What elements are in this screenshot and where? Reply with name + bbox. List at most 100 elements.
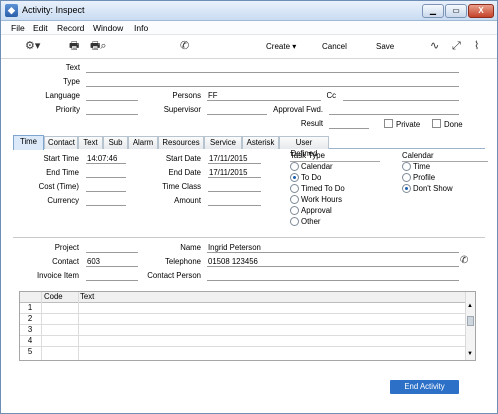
title-bar: ◆ Activity: Inspect ▁ ▭ X [1,1,497,21]
row-number: 5 [27,347,33,356]
type-label: Type [63,77,80,86]
save-button[interactable]: Save [376,41,394,53]
contact-field[interactable]: 603 [86,257,138,267]
scroll-thumb[interactable] [467,316,474,326]
telephone-field[interactable]: 01508 123456 [207,257,459,267]
private-checkbox[interactable] [384,119,393,128]
result-field[interactable] [329,119,369,129]
tab-time[interactable]: Time [13,135,44,150]
invoice-item-field[interactable] [86,271,138,281]
supervisor-field[interactable] [207,105,267,115]
contact-label: Contact [52,257,79,266]
row-number: 3 [27,325,33,334]
table-row[interactable]: 3 [20,325,465,336]
end-time-field[interactable] [86,168,126,178]
tab-resources[interactable]: Resources [158,136,204,149]
end-date-label: End Date [168,168,201,177]
currency-field[interactable] [86,196,126,206]
name-field[interactable]: Ingrid Peterson [207,243,459,253]
phone-icon[interactable]: ✆ [180,40,189,52]
task-type-timed-todo-radio[interactable] [290,184,299,193]
print-preview-icon[interactable]: 🖶⌕ [90,40,107,52]
table-row[interactable]: 4 [20,336,465,347]
currency-label: Currency [47,196,79,205]
expand-icon[interactable]: ⤢ [452,40,461,52]
tab-user-defined[interactable]: User Defined [279,136,329,158]
start-date-field[interactable]: 17/11/2015 [208,154,261,164]
project-field[interactable] [86,243,138,253]
gear-icon[interactable]: ⚙▾ [25,40,40,52]
menu-edit[interactable]: Edit [33,23,48,33]
cost-time-label: Cost (Time) [38,182,79,191]
table-row[interactable]: 5 [20,347,465,358]
task-type-other-label: Other [301,217,321,226]
tab-text[interactable]: Text [78,136,103,149]
menu-info[interactable]: Info [134,23,148,33]
name-label: Name [180,243,201,252]
time-class-label: Time Class [162,182,201,191]
chart-line-icon[interactable]: ∿ [430,40,439,52]
print-icon[interactable]: 🖶 [69,40,79,52]
done-label: Done [444,120,463,129]
text-field[interactable] [86,63,459,73]
menu-window[interactable]: Window [93,23,123,33]
amount-field[interactable] [208,196,261,206]
maximize-button[interactable]: ▭ [445,4,467,18]
persons-field[interactable]: FF [207,91,321,101]
table-row[interactable]: 2 [20,314,465,325]
result-label: Result [300,119,323,128]
table-row[interactable]: 1 [20,303,465,314]
menu-record[interactable]: Record [57,23,84,33]
create-button-label: Create [266,42,291,51]
grid-scrollbar[interactable]: ▲ ▼ [465,292,475,360]
task-type-work-hours-radio[interactable] [290,195,299,204]
cancel-button[interactable]: Cancel [322,41,347,53]
time-class-field[interactable] [208,182,261,192]
language-field[interactable] [86,91,138,101]
window-title: Activity: Inspect [22,5,85,15]
end-date-field[interactable]: 17/11/2015 [208,168,261,178]
app-icon: ◆ [5,4,18,17]
minimize-button[interactable]: ▁ [422,4,444,18]
paperclip-icon[interactable]: ⌇ [474,40,479,52]
menu-file[interactable]: File [11,23,25,33]
tab-sub[interactable]: Sub [103,136,128,149]
calendar-time-radio[interactable] [402,162,411,171]
contact-person-field[interactable] [207,271,459,281]
task-type-calendar-radio[interactable] [290,162,299,171]
tab-contact[interactable]: Contact [44,136,78,149]
create-button[interactable]: Create ▾ [266,41,296,53]
row-number: 1 [27,303,33,312]
amount-label: Amount [174,196,201,205]
calendar-dont-show-radio[interactable] [402,184,411,193]
tab-service[interactable]: Service [204,136,242,149]
start-time-field[interactable]: 14:07:46 [86,154,126,164]
rows-grid: Code Text 1 2 3 4 5 ▲ ▼ [19,291,476,361]
calendar-profile-radio[interactable] [402,173,411,182]
task-type-todo-label: To Do [301,173,322,182]
close-button[interactable]: X [468,4,494,18]
scroll-up-icon[interactable]: ▲ [467,303,473,309]
task-type-approval-radio[interactable] [290,206,299,215]
cc-field[interactable] [343,91,459,101]
priority-field[interactable] [86,105,138,115]
tab-asterisk[interactable]: Asterisk [242,136,279,149]
done-checkbox[interactable] [432,119,441,128]
task-type-timed-todo-label: Timed To Do [301,184,345,193]
language-label: Language [45,91,80,100]
approval-fwd-field[interactable] [329,105,459,115]
end-activity-button[interactable]: End Activity [390,380,459,394]
type-field[interactable] [86,77,459,87]
task-type-todo-radio[interactable] [290,173,299,182]
grid-header-code: Code [44,292,63,301]
task-type-other-radio[interactable] [290,217,299,226]
approval-fwd-label: Approval Fwd. [273,105,323,114]
calendar-title: Calendar [402,151,434,160]
task-type-title: Task Type [290,151,325,160]
priority-label: Priority [55,105,80,114]
telephone-label: Telephone [165,257,201,266]
cost-time-field[interactable] [86,182,126,192]
phone-icon[interactable]: ✆ [460,255,468,266]
tab-alarm[interactable]: Alarm [128,136,158,149]
scroll-down-icon[interactable]: ▼ [467,351,473,357]
